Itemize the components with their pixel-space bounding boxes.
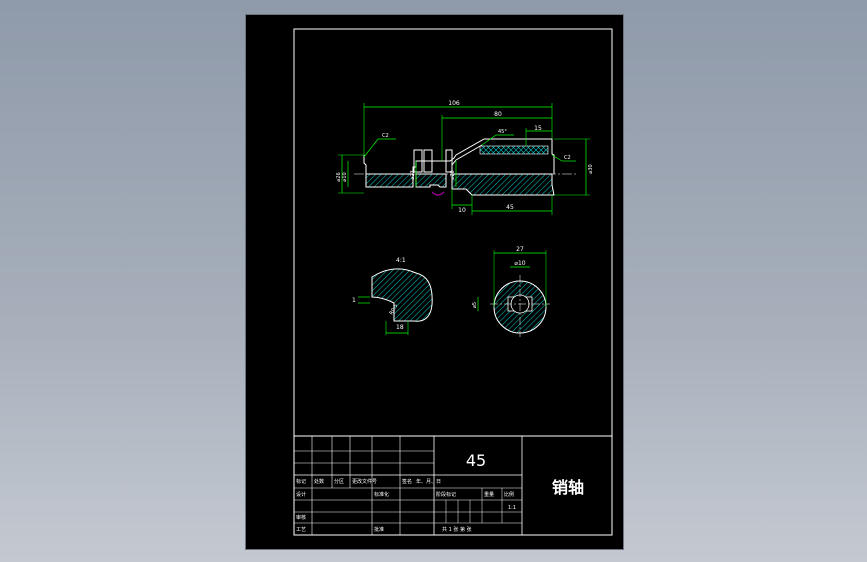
dim-dia-20: ⌀20 bbox=[450, 170, 456, 179]
dim-overall: 106 bbox=[448, 100, 460, 107]
detail-dim-1: 1 bbox=[352, 297, 356, 304]
c2-left: C2 bbox=[382, 133, 389, 139]
chamfer-label: 45° bbox=[498, 129, 507, 135]
section-dim-27: 27 bbox=[516, 246, 524, 253]
section-view: 27 ⌀10 ⌀5 bbox=[472, 246, 550, 337]
tb-process: 工艺 bbox=[296, 527, 306, 533]
hatch-lower-3 bbox=[451, 173, 555, 196]
tb-zone: 分区 bbox=[334, 478, 344, 485]
knurled-band bbox=[479, 145, 549, 155]
tb-approve: 批准 bbox=[374, 526, 384, 533]
part-name: 销轴 bbox=[552, 478, 584, 497]
dim-15: 15 bbox=[534, 125, 542, 132]
tb-scale-value: 1:1 bbox=[508, 505, 516, 511]
section-dim-10: ⌀10 bbox=[514, 260, 525, 267]
tb-std: 标准化 bbox=[374, 491, 389, 498]
detail-dim-18: 18 bbox=[396, 324, 404, 331]
tb-sign: 签名 bbox=[402, 478, 412, 485]
hatch-lower-2 bbox=[415, 173, 447, 188]
dim-dia-30: ⌀30 bbox=[588, 164, 594, 173]
hatch-lower-1 bbox=[365, 173, 414, 188]
material-label: 45 bbox=[466, 451, 486, 470]
detail-scale-label: 4:1 bbox=[396, 257, 406, 264]
tb-design: 设计 bbox=[296, 491, 306, 498]
main-view: 106 80 15 45° C2 C2 ⌀26 ⌀10 ⌀23 ⌀20 ⌀30 … bbox=[336, 100, 594, 215]
tb-ratio: 比例 bbox=[504, 491, 514, 498]
title-block: 45 销轴 标记 处数 分区 更改文件号 签名 年、月、日 设计 标准化 阶段标… bbox=[293, 435, 613, 536]
tb-change: 更改文件号 bbox=[352, 478, 377, 485]
tb-sheets: 共 1 张 第 张 bbox=[442, 526, 472, 533]
detail-shape bbox=[371, 268, 433, 322]
tb-stage: 阶段标记 bbox=[436, 491, 456, 498]
dim-dia-10: ⌀10 bbox=[342, 172, 348, 181]
dim-dia-23: ⌀23 bbox=[410, 170, 416, 179]
shaft-outline-upper bbox=[363, 138, 555, 175]
dim-45: 45 bbox=[506, 204, 514, 211]
detail-view: 4:1 1 18 R0.5 bbox=[352, 257, 433, 335]
dim-80: 80 bbox=[494, 111, 502, 118]
dim-10: 10 bbox=[458, 207, 466, 214]
drawing-sheet: 106 80 15 45° C2 C2 ⌀26 ⌀10 ⌀23 ⌀20 ⌀30 … bbox=[245, 14, 624, 550]
tb-count: 处数 bbox=[314, 478, 324, 485]
tb-date: 年、月、日 bbox=[416, 478, 441, 485]
section-dim-5: ⌀5 bbox=[472, 302, 478, 308]
c2-right: C2 bbox=[564, 155, 571, 161]
tb-review: 审核 bbox=[296, 514, 306, 521]
section-cut-mark bbox=[431, 191, 445, 196]
tb-mark: 标记 bbox=[296, 478, 306, 485]
cad-drawing: 106 80 15 45° C2 C2 ⌀26 ⌀10 ⌀23 ⌀20 ⌀30 … bbox=[293, 28, 613, 536]
tb-weight: 重量 bbox=[484, 491, 494, 498]
